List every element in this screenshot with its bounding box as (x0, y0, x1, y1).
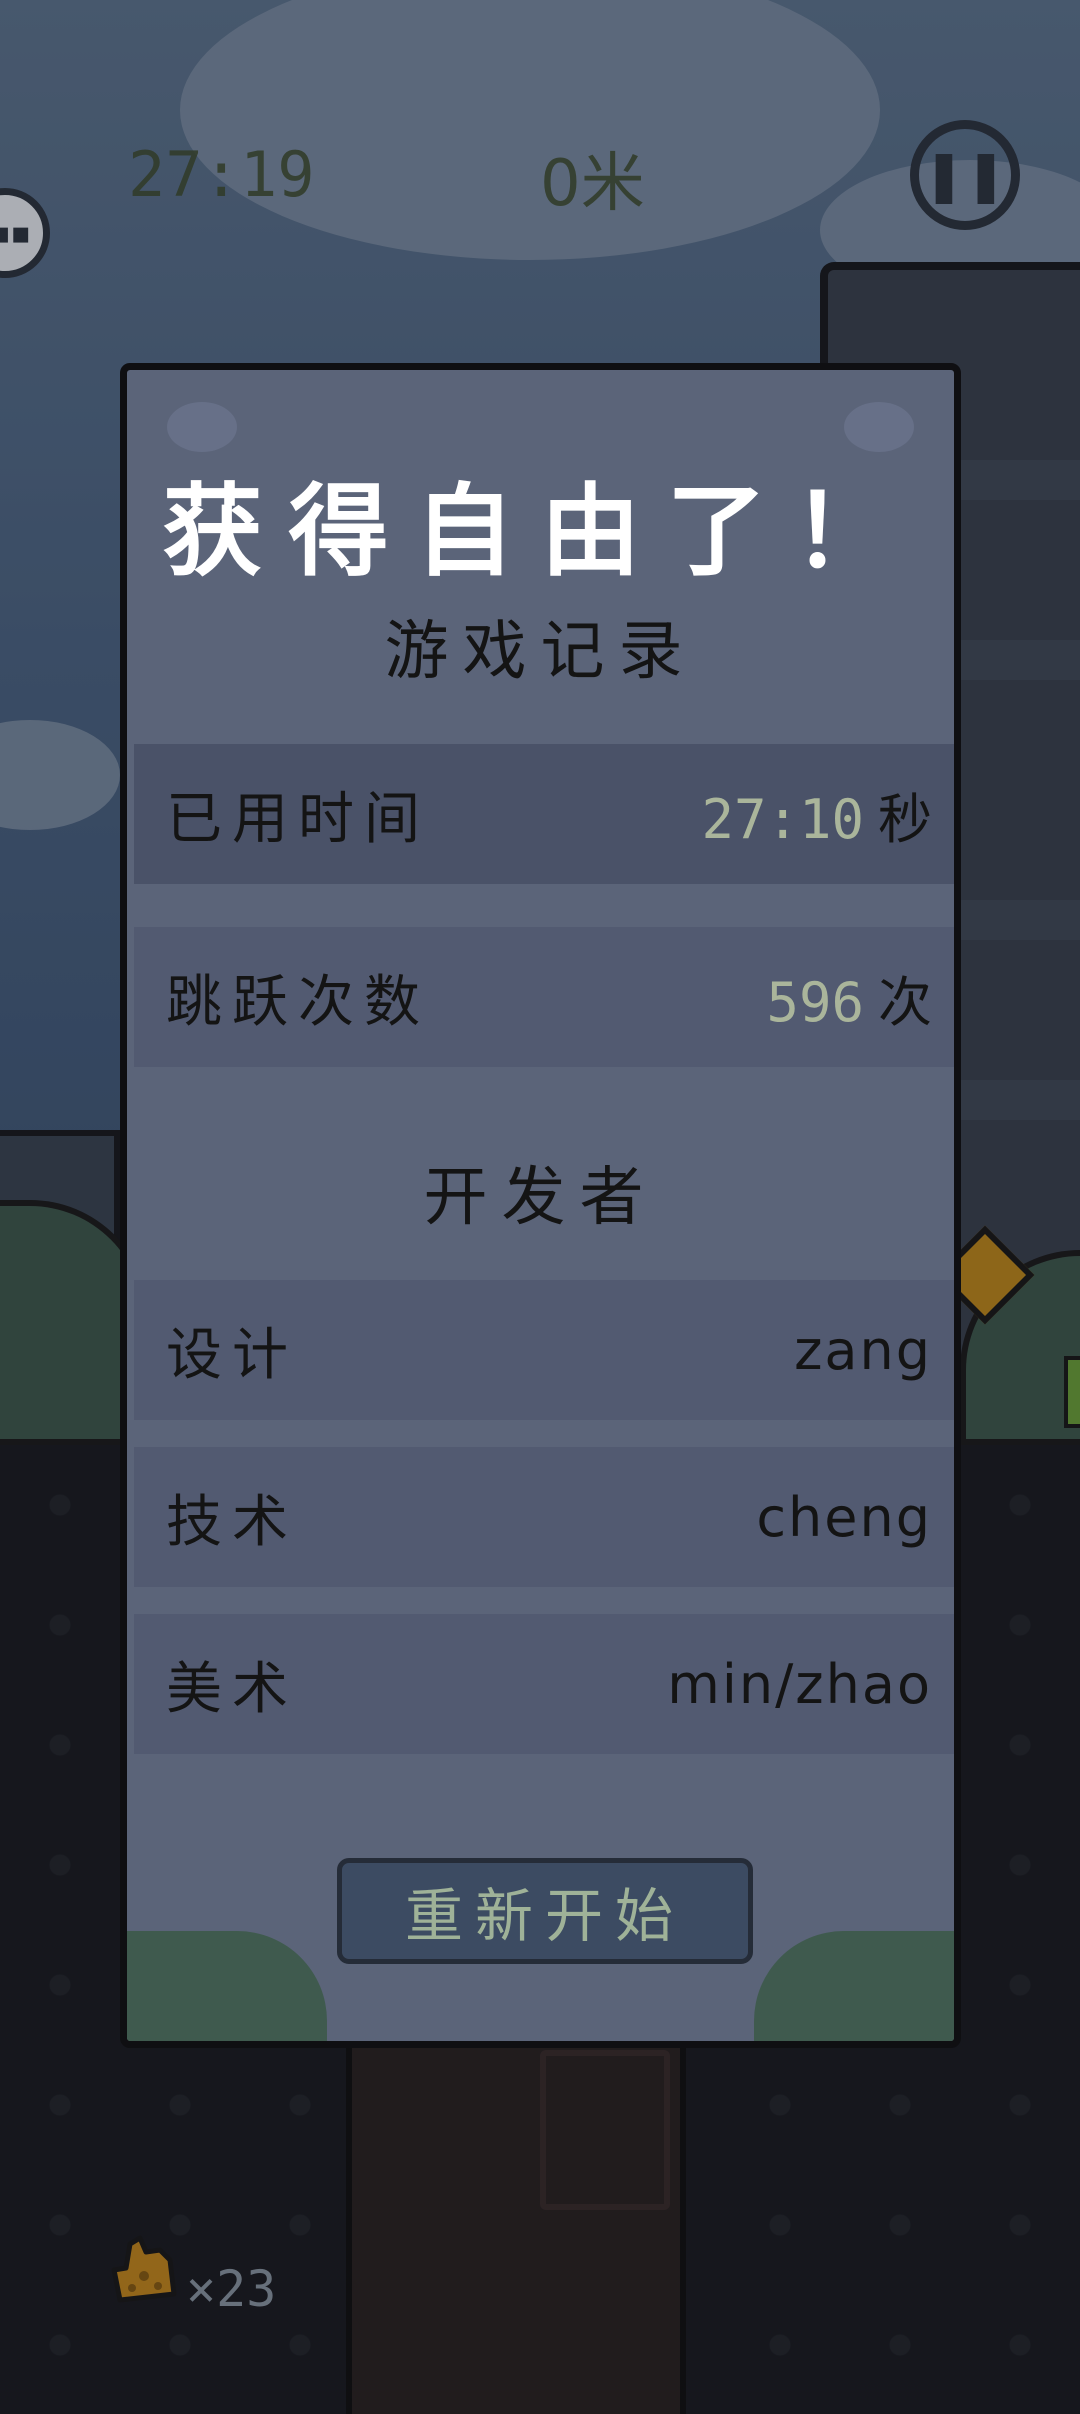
developer-row-art: 美术 min/zhao (134, 1614, 954, 1754)
record-value: 596 次 (766, 958, 932, 1037)
dialog-title: 获得自由了！ (162, 473, 919, 590)
developers-heading: 开发者 (423, 1161, 658, 1235)
record-label: 跳跃次数 (166, 969, 430, 1035)
developer-role: 设计 (166, 1322, 298, 1388)
grass-decoration (754, 1931, 954, 2041)
developer-role: 美术 (166, 1656, 298, 1722)
developer-name: zang (794, 1318, 932, 1382)
record-value: 27:10 秒 (701, 775, 932, 854)
dialog-decoration (844, 402, 914, 452)
restart-button[interactable]: 重新开始 (337, 1858, 753, 1964)
time-value: 27:10 (701, 787, 864, 851)
record-row-jumps: 跳跃次数 596 次 (134, 927, 954, 1067)
time-unit: 秒 (878, 787, 932, 851)
record-heading: 游戏记录 (384, 615, 697, 689)
jumps-value: 596 (766, 970, 864, 1034)
result-dialog: 获得自由了！ 游戏记录 已用时间 27:10 秒 跳跃次数 596 次 开发者 … (120, 363, 961, 2048)
record-row-time: 已用时间 27:10 秒 (134, 744, 954, 884)
record-label: 已用时间 (166, 786, 430, 852)
developer-name: min/zhao (667, 1652, 932, 1716)
developer-row-tech: 技术 cheng (134, 1447, 954, 1587)
developer-row-design: 设计 zang (134, 1280, 954, 1420)
jumps-unit: 次 (878, 970, 932, 1034)
developer-name: cheng (756, 1485, 932, 1549)
developer-role: 技术 (166, 1489, 298, 1555)
grass-decoration (127, 1931, 327, 2041)
dialog-decoration (167, 402, 237, 452)
